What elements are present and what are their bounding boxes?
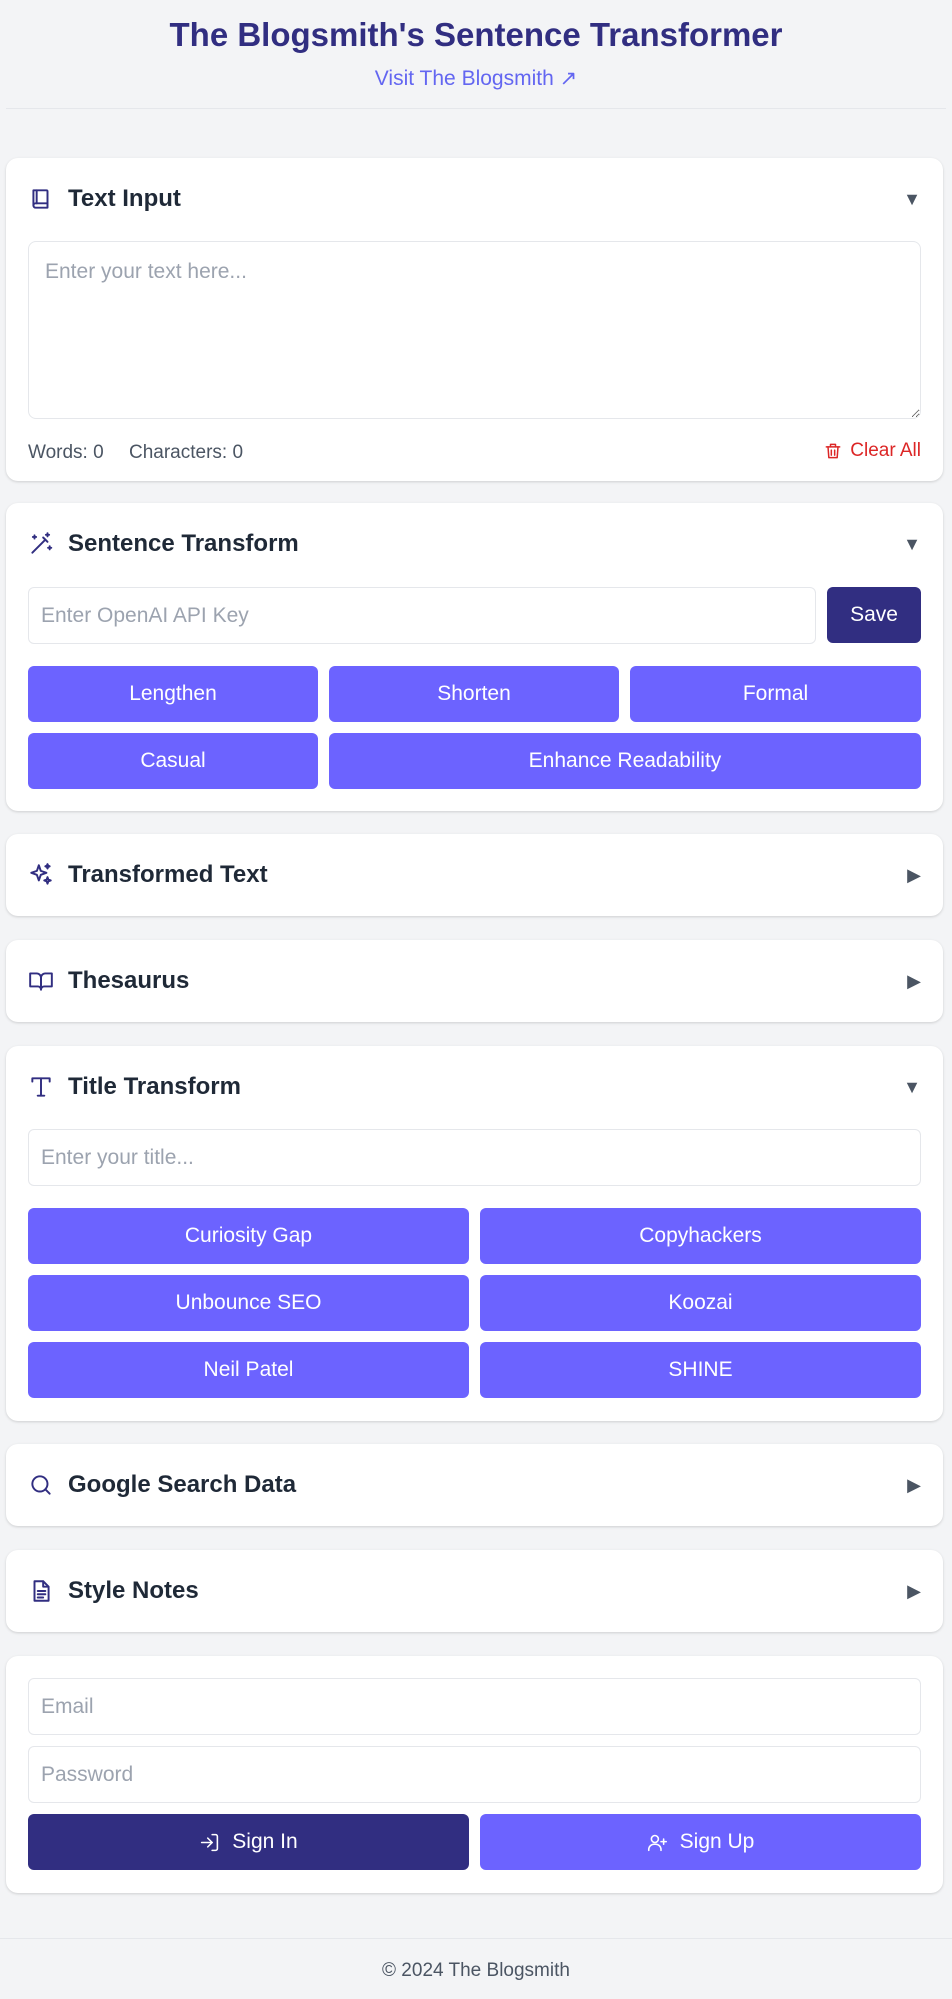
shine-button[interactable]: SHINE bbox=[480, 1342, 921, 1398]
enhance-readability-button[interactable]: Enhance Readability bbox=[329, 733, 921, 789]
transformed-text-card: Transformed Text ▶ bbox=[6, 834, 943, 916]
text-input-card: Text Input ▼ Words: 0 Characters: 0 Clea… bbox=[6, 158, 943, 481]
neil-patel-button[interactable]: Neil Patel bbox=[28, 1342, 469, 1398]
auth-card: Sign In Sign Up bbox=[6, 1656, 943, 1893]
user-plus-icon bbox=[647, 1834, 667, 1851]
footer-text: © 2024 The Blogsmith bbox=[382, 1960, 570, 1981]
sign-in-icon bbox=[201, 1833, 219, 1851]
google-search-card: Google Search Data ▶ bbox=[6, 1444, 943, 1526]
curiosity-gap-button[interactable]: Curiosity Gap bbox=[28, 1208, 469, 1264]
save-api-key-button[interactable]: Save bbox=[827, 587, 921, 643]
expand-toggle-icon[interactable]: ▶ bbox=[907, 865, 921, 886]
title-transform-card: Title Transform ▼ Curiosity Gap Copyhack… bbox=[6, 1046, 943, 1421]
expand-toggle-icon[interactable]: ▶ bbox=[907, 1581, 921, 1602]
email-field[interactable] bbox=[28, 1678, 921, 1735]
sign-up-button[interactable]: Sign Up bbox=[480, 1814, 921, 1870]
text-input-area[interactable] bbox=[28, 241, 921, 419]
expand-toggle-icon[interactable]: ▶ bbox=[907, 971, 921, 992]
collapse-toggle-icon[interactable]: ▼ bbox=[903, 189, 921, 210]
unbounce-seo-button[interactable]: Unbounce SEO bbox=[28, 1275, 469, 1331]
lengthen-button[interactable]: Lengthen bbox=[28, 666, 318, 722]
page-header: The Blogsmith's Sentence Transformer Vis… bbox=[6, 0, 946, 109]
trash-icon bbox=[825, 443, 841, 459]
style-notes-header[interactable]: Style Notes ▶ bbox=[28, 1550, 921, 1632]
visit-blogsmith-link[interactable]: Visit The Blogsmith ↗ bbox=[375, 66, 577, 91]
casual-button[interactable]: Casual bbox=[28, 733, 318, 789]
koozai-button[interactable]: Koozai bbox=[480, 1275, 921, 1331]
text-type-icon bbox=[28, 1074, 54, 1100]
thesaurus-card: Thesaurus ▶ bbox=[6, 940, 943, 1022]
sentence-transform-card: Sentence Transform ▼ Save Lengthen Short… bbox=[6, 503, 943, 811]
title-input[interactable] bbox=[28, 1129, 921, 1186]
style-notes-card: Style Notes ▶ bbox=[6, 1550, 943, 1632]
thesaurus-header[interactable]: Thesaurus ▶ bbox=[28, 940, 921, 1022]
collapse-toggle-icon[interactable]: ▼ bbox=[903, 1077, 921, 1098]
style-notes-title: Style Notes bbox=[68, 1577, 199, 1604]
password-field[interactable] bbox=[28, 1746, 921, 1803]
google-search-header[interactable]: Google Search Data ▶ bbox=[28, 1444, 921, 1526]
clear-all-label: Clear All bbox=[850, 440, 921, 461]
footer-divider bbox=[0, 1938, 952, 1939]
book-icon bbox=[28, 186, 54, 212]
sign-in-label: Sign In bbox=[232, 1830, 298, 1853]
sign-in-button[interactable]: Sign In bbox=[28, 1814, 469, 1870]
magic-wand-icon bbox=[28, 531, 54, 557]
sentence-transform-title: Sentence Transform bbox=[68, 530, 299, 557]
expand-toggle-icon[interactable]: ▶ bbox=[907, 1475, 921, 1496]
thesaurus-title: Thesaurus bbox=[68, 967, 190, 994]
formal-button[interactable]: Formal bbox=[630, 666, 921, 722]
search-icon bbox=[28, 1472, 54, 1498]
transformed-text-title: Transformed Text bbox=[68, 861, 268, 888]
google-search-title: Google Search Data bbox=[68, 1471, 297, 1498]
open-book-icon bbox=[28, 968, 54, 994]
collapse-toggle-icon[interactable]: ▼ bbox=[903, 534, 921, 555]
transformed-text-header[interactable]: Transformed Text ▶ bbox=[28, 834, 921, 916]
sentence-transform-header[interactable]: Sentence Transform ▼ bbox=[28, 503, 921, 585]
api-key-input[interactable] bbox=[28, 587, 816, 644]
sign-up-label: Sign Up bbox=[679, 1830, 755, 1853]
text-stats: Words: 0 Characters: 0 bbox=[28, 442, 263, 464]
text-input-title: Text Input bbox=[68, 185, 181, 212]
title-transform-title: Title Transform bbox=[68, 1073, 241, 1100]
page-title: The Blogsmith's Sentence Transformer bbox=[169, 16, 783, 53]
title-transform-header[interactable]: Title Transform ▼ bbox=[28, 1046, 921, 1128]
clear-all-button[interactable]: Clear All bbox=[823, 440, 921, 462]
word-count: Words: 0 bbox=[28, 442, 104, 463]
sparkles-icon bbox=[28, 862, 54, 888]
character-count: Characters: 0 bbox=[128, 442, 244, 463]
shorten-button[interactable]: Shorten bbox=[329, 666, 619, 722]
document-icon bbox=[28, 1578, 54, 1604]
text-input-header[interactable]: Text Input ▼ bbox=[28, 158, 921, 240]
copyhackers-button[interactable]: Copyhackers bbox=[480, 1208, 921, 1264]
